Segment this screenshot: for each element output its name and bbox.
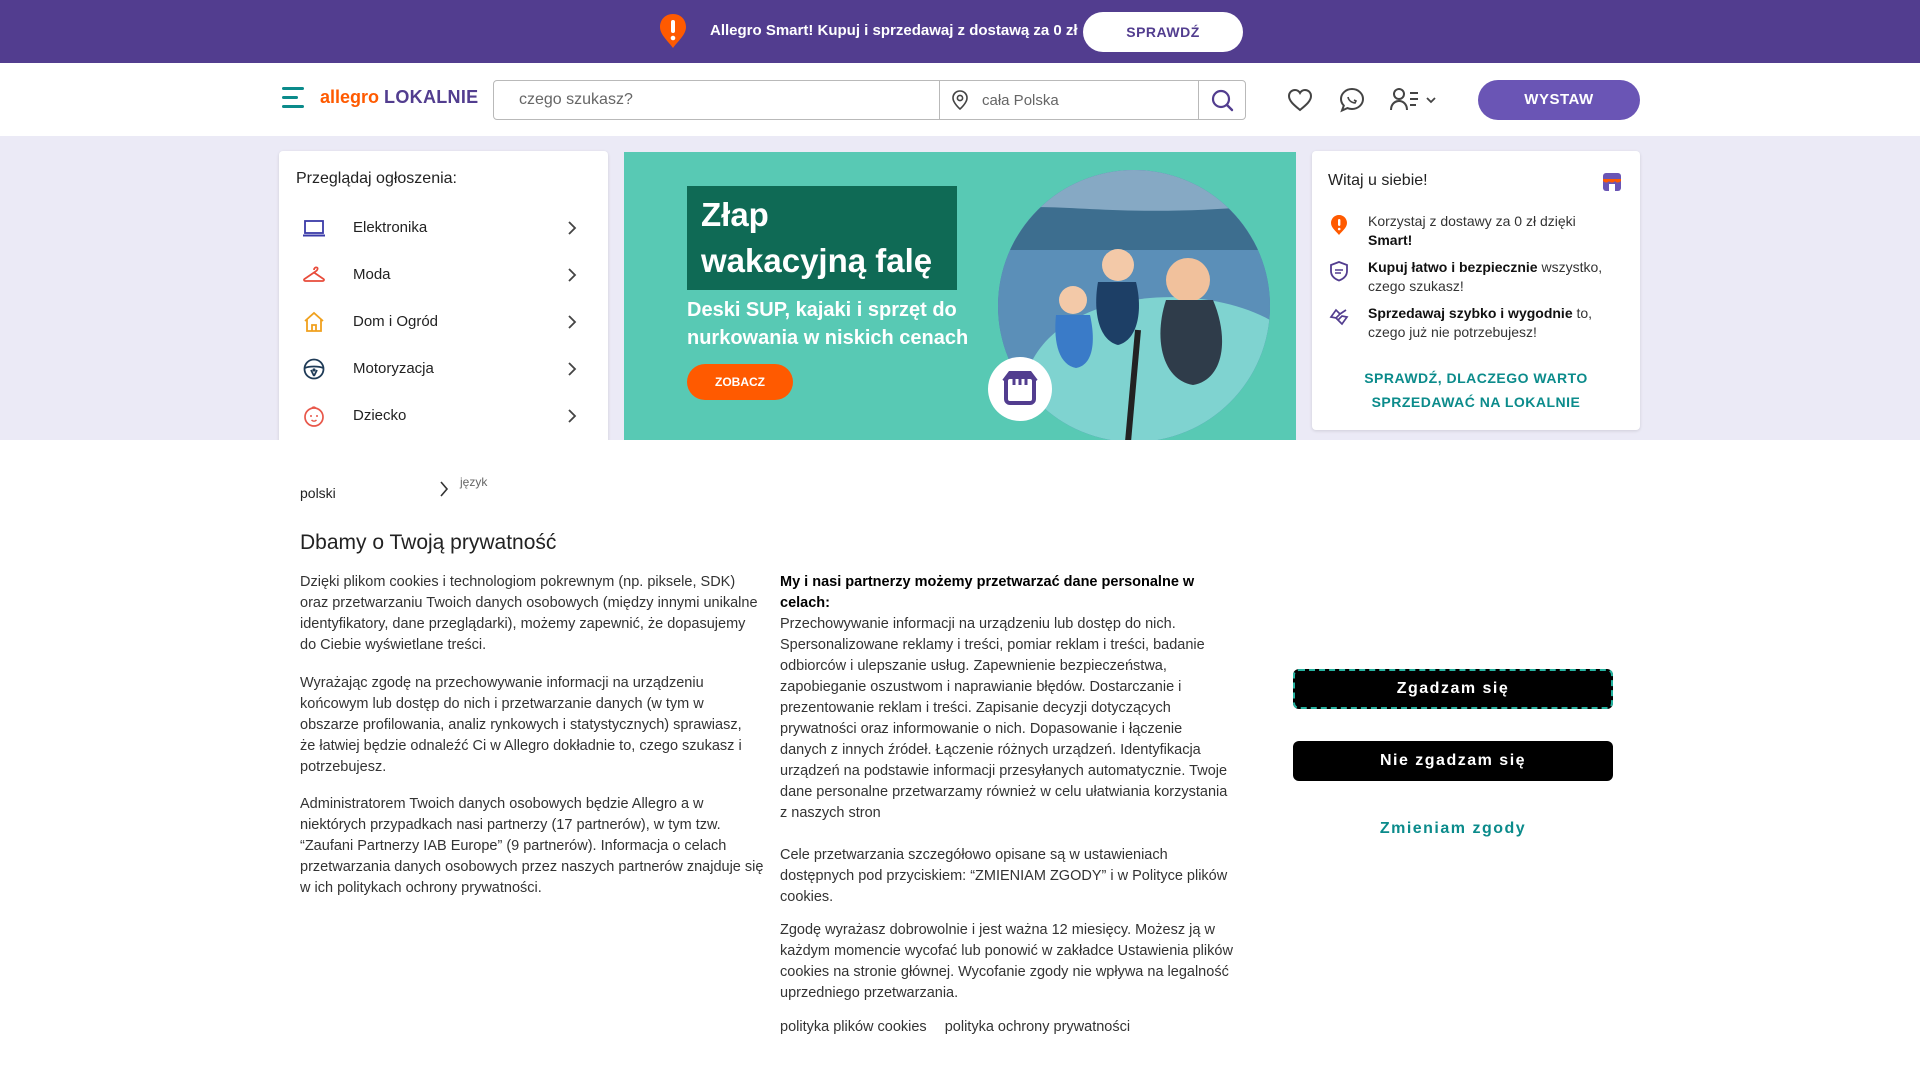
user-icon[interactable]	[1390, 86, 1420, 114]
promo-bar: Allegro Smart! Kupuj i sprzedawaj z dost…	[0, 0, 1920, 63]
chevron-right-icon	[568, 362, 577, 376]
why-sell-link[interactable]: SPRAWDŹ, DLACZEGO WARTO SPRZEDAWAĆ NA LO…	[1328, 366, 1624, 414]
welcome-item-text: Korzystaj z dostawy za 0 zł dzięki Smart…	[1368, 213, 1576, 248]
category-item-elektronika[interactable]: Elektronika	[296, 208, 586, 248]
logo-allegro: allegro	[320, 87, 380, 107]
shield-icon	[1330, 261, 1348, 282]
why-sell-link-line1: SPRAWDŹ, DLACZEGO WARTO	[1364, 370, 1588, 386]
welcome-item-text: Sprzedawaj szybko i wygodnie to, czego j…	[1368, 305, 1593, 340]
divider	[939, 81, 940, 119]
search-icon	[1211, 89, 1234, 112]
consent-paragraph: Dzięki plikom cookies i technologiom pok…	[300, 574, 758, 653]
hanger-icon	[303, 266, 325, 282]
promo-check-button[interactable]: SPRAWDŹ	[1083, 12, 1243, 52]
category-item-dom-i-ogrod[interactable]: Dom i Ogród	[296, 302, 586, 342]
category-item-dziecko[interactable]: Dziecko	[296, 396, 586, 436]
chevron-right-icon[interactable]	[436, 480, 452, 498]
logo[interactable]: allegro LOKALNIE	[320, 87, 478, 108]
category-label: Dom i Ogród	[353, 313, 439, 330]
location-input[interactable]	[982, 81, 1172, 119]
chevron-down-icon[interactable]	[1424, 86, 1438, 114]
promo-banner[interactable]: Złap wakacyjną falę Deski SUP, kajaki i …	[624, 152, 1296, 440]
chevron-right-icon	[568, 409, 577, 423]
chat-icon[interactable]	[1338, 86, 1366, 114]
search-button[interactable]	[1199, 81, 1245, 119]
accept-button[interactable]: Zgadzam się	[1293, 669, 1613, 709]
cookies-policy-link[interactable]: polityka plików cookies	[780, 1019, 927, 1035]
steering-wheel-icon	[303, 358, 325, 380]
banner-cta-button[interactable]: ZOBACZ	[687, 364, 793, 400]
category-label: Elektronika	[353, 219, 428, 236]
consent-details: Cele przetwarzania szczegółowo opisane s…	[780, 847, 1228, 905]
search-bar	[493, 80, 1246, 120]
smart-alert-icon	[660, 14, 686, 48]
consent-purposes-heading: My i nasi partnerzy możemy przetwarzać d…	[780, 574, 1195, 611]
promo-text: Allegro Smart! Kupuj i sprzedawaj z dost…	[710, 22, 1078, 39]
consent-links: polityka plików cookies polityka ochrony…	[780, 1019, 1144, 1035]
location-pin-icon	[952, 90, 968, 111]
handshake-icon	[1329, 308, 1349, 326]
welcome-title: Witaj u siebie!	[1328, 172, 1428, 189]
category-item-motoryzacja[interactable]: Motoryzacja	[296, 349, 586, 389]
lokalnie-shop-logo	[988, 357, 1052, 421]
baby-icon	[304, 406, 324, 427]
chevron-right-icon	[568, 315, 577, 329]
language-value: polski	[300, 485, 336, 501]
laptop-icon	[303, 220, 325, 237]
smart-icon	[1331, 215, 1347, 235]
categories-title: Przeglądaj ogłoszenia:	[296, 170, 457, 187]
consent-purposes: My i nasi partnerzy możemy przetwarzać d…	[780, 572, 1230, 824]
consent-paragraph: Wyrażając zgodę na przechowywanie inform…	[300, 675, 742, 775]
consent-voluntary: Zgodę wyrażasz dobrowolnie i jest ważna …	[780, 922, 1233, 1001]
category-label: Dziecko	[353, 407, 407, 424]
consent-purposes-text: Przechowywanie informacji na urządzeniu …	[780, 616, 1228, 821]
chevron-right-icon	[568, 221, 577, 235]
category-item-moda[interactable]: Moda	[296, 255, 586, 295]
logo-lokalnie: LOKALNIE	[384, 87, 479, 107]
privacy-policy-link[interactable]: polityka ochrony prywatności	[945, 1019, 1130, 1035]
shop-icon	[1603, 173, 1621, 191]
banner-title: Złap wakacyjną falę	[687, 186, 957, 290]
search-input[interactable]	[494, 81, 938, 119]
consent-title: Dbamy o Twoją prywatność	[300, 531, 557, 554]
decline-button[interactable]: Nie zgadzam się	[1293, 741, 1613, 781]
why-sell-link-line2: SPRZEDAWAĆ NA LOKALNIE	[1371, 394, 1581, 410]
welcome-item-text: Kupuj łatwo i bezpiecznie wszystko, czeg…	[1368, 259, 1603, 294]
category-label: Motoryzacja	[353, 360, 434, 377]
banner-subtitle: Deski SUP, kajaki i sprzęt do nurkowania…	[687, 299, 969, 349]
house-icon	[304, 311, 324, 332]
sell-button[interactable]: WYSTAW	[1478, 80, 1640, 120]
menu-icon[interactable]	[282, 87, 306, 109]
language-label: język	[460, 475, 488, 489]
change-consent-button[interactable]: Zmieniam zgody	[1293, 820, 1613, 844]
heart-icon[interactable]	[1286, 86, 1314, 114]
consent-paragraph: Administratorem Twoich danych osobowych …	[300, 796, 764, 896]
chevron-right-icon	[568, 268, 577, 282]
category-label: Moda	[353, 266, 391, 283]
